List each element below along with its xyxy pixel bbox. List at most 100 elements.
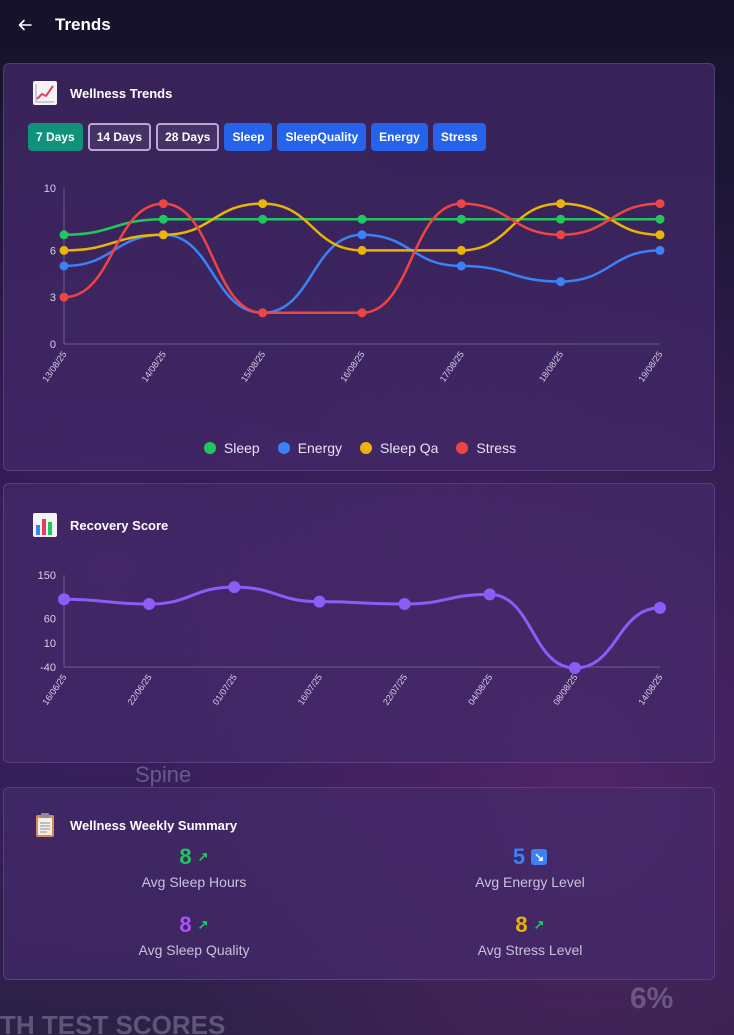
data-point [556,199,566,209]
stat-value-stress-level: 8 [515,912,528,937]
stat-avg-energy-level: 5 ↘ Avg Energy Level [380,844,680,890]
data-point [655,245,665,255]
data-point [655,199,665,209]
legend-label-energy: Energy [297,440,343,456]
data-point [456,245,466,255]
bar-chart-icon [33,513,57,537]
x-tick-label: 13/08/25 [40,349,68,383]
y-tick-label: 6 [50,245,56,257]
chart-increasing-icon [33,81,57,105]
stat-label-energy-level: Avg Energy Level [475,874,585,890]
legend-dot-sleep [203,442,216,454]
data-point [258,308,268,318]
data-point [258,214,268,224]
series-line [63,202,661,252]
data-point [556,214,566,224]
data-point [456,214,466,224]
back-button[interactable] [15,15,35,35]
metric-energy[interactable]: Energy [371,123,428,151]
data-point [258,199,268,209]
wellness-trends-title: Wellness Trends [70,85,173,101]
legend-item-sleep-quality[interactable]: Sleep Qa [360,440,438,456]
x-tick-label: 15/08/25 [239,349,267,383]
data-point [398,598,411,611]
x-tick-label: 22/07/25 [381,672,409,706]
legend-dot-sleep-quality [360,442,373,454]
stat-label-sleep-quality: Avg Sleep Quality [138,942,250,958]
filter-7-days[interactable]: 7 Days [28,123,83,151]
data-point [59,261,69,271]
legend-dot-stress [456,442,469,454]
data-point [483,588,496,601]
data-point [357,214,367,224]
y-tick-label: 10 [44,638,56,650]
data-point [654,601,666,614]
data-point [456,261,466,271]
data-point [568,661,581,674]
stat-value-sleep-quality: 8 [179,912,192,937]
data-point [357,230,367,240]
x-tick-label: 16/07/25 [296,672,324,706]
metric-sleep[interactable]: Sleep [224,123,273,151]
top-bar: Trends [0,0,734,50]
data-point [556,230,566,240]
metric-stress[interactable]: Stress [432,123,486,151]
trend-up-icon: ↗ [197,917,209,932]
data-point [58,593,70,606]
data-point [655,230,665,240]
y-tick-label: 60 [44,614,56,626]
data-point [59,245,69,255]
data-point [158,199,168,209]
trend-up-icon: ↗ [533,917,545,932]
legend-item-sleep[interactable]: Sleep [203,440,260,456]
background-text-spine: Spine [135,762,192,787]
legend-label-stress: Stress [476,440,517,456]
clipboard-icon [36,813,54,837]
data-point [357,245,367,255]
x-tick-label: 01/07/25 [211,672,239,706]
x-tick-label: 08/08/25 [551,672,579,706]
stat-value-sleep-hours: 8 [179,844,192,869]
recovery-score-card: Recovery Score -40 10 60 150 16/06/25 22/06/2… [3,483,715,763]
data-point [59,230,69,240]
weekly-summary-card: Wellness Weekly Summary 8 ↗ Avg Sleep Ho… [3,787,715,980]
y-tick-label: 10 [44,183,56,195]
wellness-trends-card: Wellness Trends 7 Days 14 Days 28 Days S… [3,63,715,471]
legend-item-stress[interactable]: Stress [456,440,516,456]
y-tick-label: 0 [50,339,56,351]
x-tick-label: 16/08/25 [338,349,366,383]
stat-value-energy-level: 5 [512,844,526,869]
filter-28-days[interactable]: 28 Days [156,123,220,151]
background-text-percent: 6% [630,982,674,1015]
x-tick-label: 14/08/25 [140,349,168,383]
data-point [357,308,367,318]
x-tick-label: 22/06/25 [125,672,153,706]
x-tick-label: 04/08/25 [466,672,494,706]
data-point [158,214,168,224]
y-tick-label: 150 [38,570,56,582]
x-tick-label: 19/08/25 [636,349,664,383]
background-text-scores: TH TEST SCORES [0,1010,226,1035]
weekly-summary-title: Wellness Weekly Summary [70,817,238,833]
x-tick-label: 14/08/25 [636,672,664,706]
page-title: Trends [55,15,111,34]
y-tick-label: 3 [50,292,56,304]
stat-avg-sleep-hours: 8 ↗ Avg Sleep Hours [44,844,344,890]
filter-chips: 7 Days 14 Days 28 Days Sleep SleepQualit… [28,123,486,151]
filter-14-days[interactable]: 14 Days [87,123,152,151]
data-point [59,292,69,302]
wellness-legend: Sleep Energy Sleep Qa Stress [4,440,716,456]
trend-up-icon: ↗ [197,849,209,864]
wellness-line-chart: 0 3 6 10 13/08/25 14/08/25 15/08/25 16/08/25 17/… [40,183,665,384]
x-tick-label: 18/08/25 [537,349,565,383]
recovery-score-title: Recovery Score [70,517,169,533]
data-point [228,581,241,594]
data-point [655,214,665,224]
x-tick-label: 16/06/25 [40,672,68,706]
stat-label-sleep-hours: Avg Sleep Hours [141,874,247,890]
legend-label-sleep: Sleep [223,440,260,456]
stat-label-stress-level: Avg Stress Level [477,942,583,958]
legend-item-energy[interactable]: Energy [277,440,343,456]
trend-down-icon: ↘ [531,849,548,865]
metric-sleep-quality[interactable]: SleepQuality [277,123,367,151]
